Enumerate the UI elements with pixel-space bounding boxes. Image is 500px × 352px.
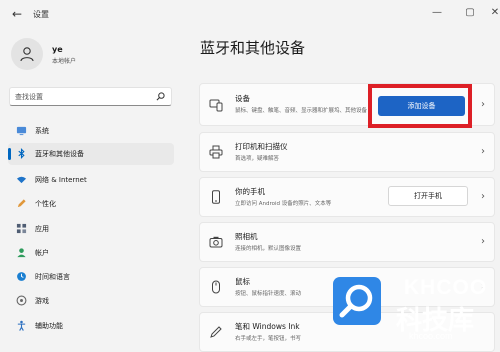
sidebar-item-label: 蓝牙和其他设备 — [35, 150, 84, 158]
printer-icon — [209, 145, 223, 159]
devices-icon — [209, 99, 223, 111]
close-icon[interactable]: ✕ — [485, 4, 500, 22]
active-indicator — [8, 148, 11, 160]
globe-clock-icon — [17, 272, 26, 281]
sidebar-item-label: 时间和语言 — [35, 273, 70, 281]
sidebar-item-label: 网络 & Internet — [35, 176, 87, 184]
pen-ink-icon — [210, 326, 222, 338]
card-title: 鼠标 — [235, 277, 250, 286]
minimize-icon[interactable]: — — [427, 4, 447, 22]
wifi-icon — [16, 176, 27, 184]
card-printers[interactable]: 打印机和扫描仪 首选项，疑难解答 › — [199, 132, 495, 172]
sidebar-item-label: 应用 — [35, 225, 49, 233]
card-title: 你的手机 — [235, 187, 265, 196]
card-title: 打印机和扫描仪 — [235, 142, 288, 151]
card-subtitle: 按钮、鼠标指针速度、滚动 — [235, 291, 302, 297]
highlight-box — [368, 84, 472, 128]
card-title: 照相机 — [235, 232, 258, 241]
sidebar-item-accounts[interactable]: 帐户 — [8, 242, 174, 264]
back-arrow-icon[interactable]: ← — [12, 7, 22, 21]
sidebar-item-system[interactable]: 系统 — [8, 120, 174, 142]
sidebar-item-label: 帐户 — [35, 249, 49, 257]
watermark-logo: KHCOO — [404, 276, 488, 299]
page-title: 蓝牙和其他设备 — [200, 39, 306, 57]
card-title: 设备 — [235, 94, 250, 103]
chevron-right-icon: › — [481, 236, 485, 247]
sidebar-item-network[interactable]: 网络 & Internet — [8, 169, 174, 191]
card-subtitle: 鼠标、键盘、触笔、音频、显示器和扩展坞、其他设备 — [235, 108, 368, 114]
apps-icon — [16, 223, 27, 234]
camera-icon — [209, 236, 223, 248]
search-input[interactable]: 查找设置 — [9, 87, 172, 106]
sidebar-item-apps[interactable]: 应用 — [8, 218, 174, 240]
accessibility-icon — [17, 320, 26, 331]
card-subtitle: 右手或左手，笔按钮，书写 — [235, 336, 302, 342]
monitor-icon — [16, 126, 27, 136]
person-icon — [20, 47, 34, 62]
chevron-right-icon: › — [481, 98, 485, 110]
search-placeholder: 查找设置 — [15, 93, 43, 101]
bluetooth-icon — [18, 148, 25, 159]
watermark-search-icon — [333, 277, 381, 325]
person-icon — [17, 248, 26, 258]
avatar[interactable] — [11, 38, 43, 70]
sidebar-item-label: 个性化 — [35, 200, 56, 208]
phone-icon — [212, 190, 220, 204]
chevron-right-icon: › — [481, 191, 485, 202]
open-phone-button[interactable]: 打开手机 — [388, 186, 468, 206]
sidebar-item-accessibility[interactable]: 辅助功能 — [8, 315, 174, 337]
watermark-url: khcoo.com — [409, 331, 453, 341]
card-camera[interactable]: 照相机 连接的相机，默认图像设置 › — [199, 222, 495, 262]
sidebar-item-label: 系统 — [35, 127, 49, 135]
title-bar: ← 设置 — ▢ ✕ — [0, 0, 500, 30]
card-title: 笔和 Windows Ink — [235, 322, 300, 331]
search-icon[interactable] — [156, 92, 165, 101]
sidebar-item-label: 辅助功能 — [35, 322, 63, 330]
app-title: 设置 — [33, 10, 49, 19]
chevron-right-icon: › — [481, 146, 485, 157]
card-subtitle: 首选项，疑难解答 — [235, 156, 280, 162]
sidebar-item-label: 游戏 — [35, 297, 49, 305]
sidebar-item-personalization[interactable]: 个性化 — [8, 193, 174, 215]
mouse-icon — [212, 280, 220, 294]
card-subtitle: 立即访问 Android 设备的照片、文本等 — [235, 201, 332, 207]
card-subtitle: 连接的相机，默认图像设置 — [235, 246, 302, 252]
sidebar-item-bluetooth[interactable]: 蓝牙和其他设备 — [8, 143, 174, 165]
sidebar-item-time-language[interactable]: 时间和语言 — [8, 266, 174, 288]
pen-icon — [17, 199, 26, 208]
user-name: ye — [52, 45, 63, 54]
maximize-icon[interactable]: ▢ — [460, 4, 480, 22]
sidebar-item-gaming[interactable]: 游戏 — [8, 290, 174, 312]
account-type: 本地帐户 — [52, 58, 77, 65]
game-icon — [16, 295, 27, 306]
